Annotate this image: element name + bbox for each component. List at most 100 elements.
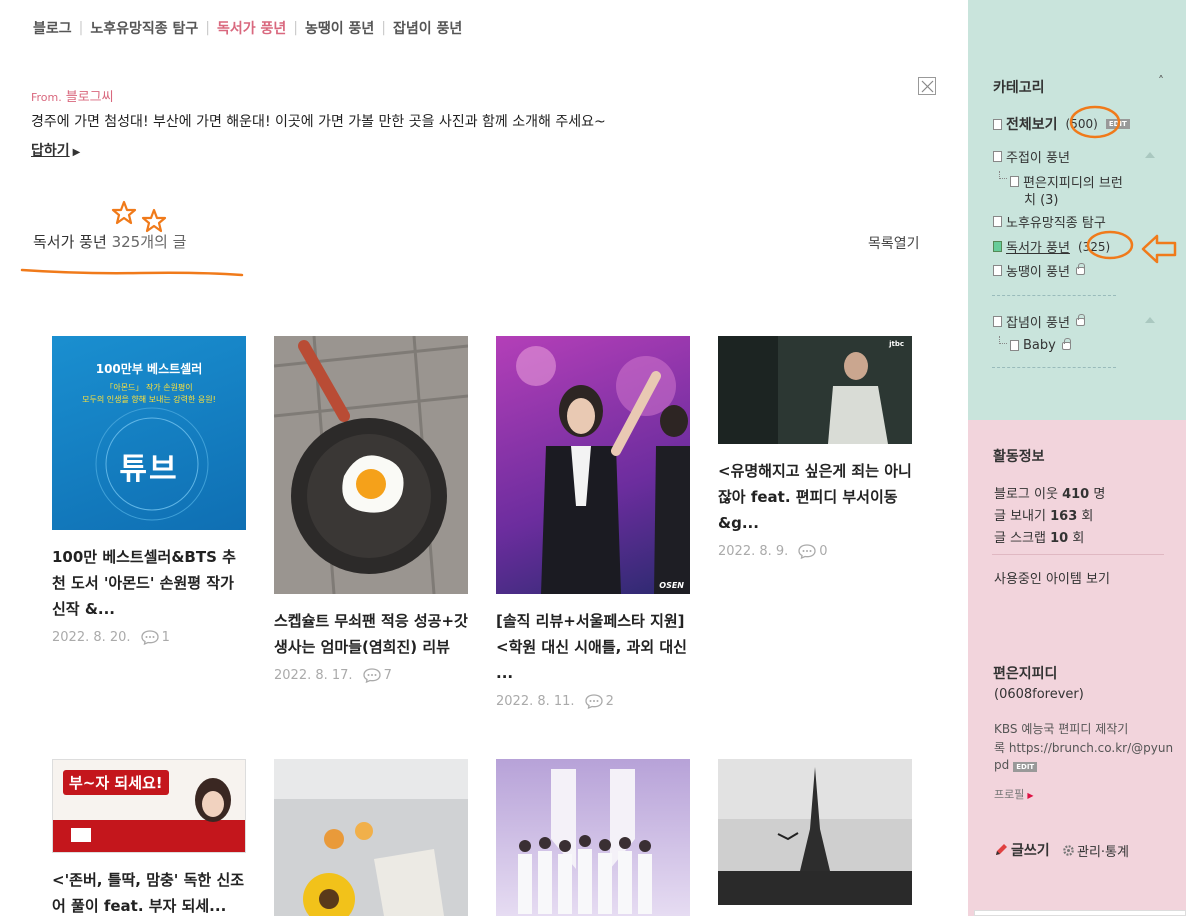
circle-annotation — [1069, 105, 1121, 139]
post-title[interactable]: <유명해지고 싶은게 죄는 아니잖아 feat. 편피디 부서이동&g... — [718, 458, 912, 536]
write-button[interactable]: 글쓰기 — [994, 840, 1050, 860]
profile-link[interactable]: 프로필 ▶ — [994, 786, 1034, 802]
post-date: 2022. 8. 11. — [496, 694, 575, 709]
post-title[interactable]: 100만 베스트셀러&BTS 추천 도서 '아몬드' 손원평 작가 신작 &..… — [52, 544, 246, 622]
message-from: From. 블로그씨 — [31, 86, 114, 105]
profile-name: 편은지피디 — [993, 666, 1058, 682]
underline-annotation — [20, 268, 244, 277]
comment-icon — [362, 668, 381, 683]
items-link[interactable]: 사용중인 아이템 보기 — [994, 568, 1110, 587]
activity-neighbors[interactable]: 블로그 이웃 410 명 — [994, 483, 1105, 502]
comment-number: 7 — [383, 668, 392, 683]
comment-icon — [798, 544, 816, 559]
nav-separator: | — [78, 20, 84, 36]
post-thumbnail[interactable]: 부~자 되세요! — [52, 759, 246, 853]
comment-icon — [140, 630, 159, 645]
post-thumbnail[interactable] — [274, 336, 468, 594]
activity-title: 활동정보 — [993, 449, 1045, 465]
post-card[interactable]: 부~자 되세요! <'존버, 틀딱, 맘충' 독한 신조어 풀이 feat. 부… — [52, 759, 246, 916]
activity-scraps[interactable]: 글 스크랩 10 회 — [994, 527, 1084, 546]
close-icon[interactable] — [918, 77, 936, 95]
activity-label: 글 스크랩 — [994, 531, 1046, 546]
category-item[interactable]: 농땡이 풍년 — [993, 261, 1085, 280]
post-card[interactable]: jtbc <유명해지고 싶은게 죄는 아니잖아 feat. 편피디 부서이동&g… — [718, 336, 912, 559]
message-text: 경주에 가면 첨성대! 부산에 가면 해운대! 이곳에 가면 가볼 만한 곳을 … — [31, 114, 606, 130]
profile-desc-2[interactable]: 록 https://brunch.co.kr/@pyun — [994, 739, 1173, 756]
collapse-icon[interactable]: ˄ — [1158, 74, 1164, 88]
comment-number: 2 — [605, 694, 614, 709]
pencil-icon — [996, 844, 1007, 855]
category-subitem-count: 치 (3) — [1024, 193, 1059, 208]
comment-count[interactable]: 2 — [584, 694, 614, 709]
post-card[interactable]: 100만부 베스트셀러 「아몬드」 작가 손원평이 모두의 인생을 향해 보내는… — [52, 336, 246, 645]
post-thumbnail[interactable]: 100만부 베스트셀러 「아몬드」 작가 손원평이 모두의 인생을 향해 보내는… — [52, 336, 246, 530]
nav-blog[interactable]: 블로그 — [33, 18, 72, 38]
nav-idle[interactable]: 농땡이 풍년 — [305, 18, 374, 38]
category-label: 농땡이 풍년 — [1006, 265, 1070, 280]
lock-icon — [1075, 262, 1085, 275]
from-name[interactable]: 블로그씨 — [66, 90, 114, 105]
comment-count[interactable]: 0 — [798, 544, 828, 559]
activity-sends[interactable]: 글 보내기 163 회 — [994, 505, 1093, 524]
comment-icon — [584, 694, 603, 709]
advert-banner: 부~자 되세요! — [63, 770, 169, 795]
post-thumbnail[interactable]: jtbc — [718, 336, 912, 444]
activity-unit: 회 — [1081, 509, 1094, 524]
doc-icon — [993, 151, 1002, 162]
post-title[interactable]: <'존버, 틀딱, 맘충' 독한 신조어 풀이 feat. 부자 되세... — [52, 867, 246, 916]
comment-count[interactable]: 7 — [362, 668, 392, 683]
manage-button[interactable]: 관리·통계 — [1062, 841, 1129, 860]
group-photo — [518, 769, 652, 914]
activity-label: 글 보내기 — [994, 509, 1046, 524]
profile-id: (0608forever) — [994, 687, 1084, 702]
nav-reading[interactable]: 독서가 풍년 — [217, 18, 286, 38]
post-meta: 2022. 8. 11. 2 — [496, 694, 690, 709]
tree-connector — [999, 336, 1007, 344]
doc-icon — [993, 316, 1002, 327]
edit-badge[interactable]: EDIT — [1013, 762, 1038, 772]
post-card[interactable] — [496, 759, 690, 916]
post-date: 2022. 8. 20. — [52, 630, 131, 645]
nav-career[interactable]: 노후유망직종 탐구 — [90, 18, 198, 38]
arrow-annotation-icon — [1141, 234, 1177, 264]
comment-count[interactable]: 1 — [140, 630, 170, 645]
category-subitem[interactable]: Baby — [1010, 337, 1071, 353]
post-thumbnail[interactable] — [274, 759, 468, 916]
list-open-button[interactable]: 목록열기 — [868, 233, 920, 253]
nav-separator: | — [205, 20, 210, 36]
play-icon: ▶ — [72, 147, 81, 158]
post-thumbnail[interactable] — [496, 759, 690, 916]
reply-link[interactable]: 답하기 ▶ — [31, 140, 80, 160]
doc-icon — [993, 241, 1002, 252]
nav-thoughts[interactable]: 잡념이 풍년 — [393, 18, 462, 38]
activity-number: 10 — [1050, 531, 1069, 546]
post-card[interactable]: OSEN [솔직 리뷰+서울페스타 지원] <학원 대신 시애틀, 과외 대신 … — [496, 336, 690, 709]
post-card[interactable] — [718, 759, 912, 905]
profile-desc-3: pd EDIT — [994, 758, 1038, 772]
category-item[interactable]: 주접이 풍년 — [993, 147, 1070, 166]
post-card[interactable] — [274, 759, 468, 916]
category-item[interactable]: 잡념이 풍년 — [993, 312, 1085, 331]
post-thumbnail[interactable]: OSEN — [496, 336, 690, 594]
collapse-arrow-icon[interactable] — [1145, 317, 1155, 323]
photo-credit: OSEN — [659, 581, 684, 590]
tree-connector — [999, 171, 1007, 179]
eiffel-tower-photo — [718, 759, 912, 905]
cover-sub1: 「아몬드」 작가 손원평이 — [105, 383, 193, 392]
cover-headline: 100만부 베스트셀러 — [95, 362, 203, 376]
concert-photo — [516, 346, 690, 594]
post-meta: 2022. 8. 17. 7 — [274, 668, 468, 683]
from-label: From. — [31, 91, 62, 104]
post-title[interactable]: 스켑슐트 무쇠팬 적응 성공+갓생사는 엄마들(염희진) 리뷰 — [274, 608, 468, 660]
sidebar-search-box[interactable] — [974, 910, 1186, 916]
cover-title: 튜브 — [119, 452, 179, 487]
blog-page: 블로그 | 노후유망직종 탐구 | 독서가 풍년 | 농땡이 풍년 | 잡념이 … — [0, 0, 1186, 916]
nav-separator: | — [381, 20, 386, 36]
activity-divider — [992, 554, 1164, 555]
category-label: 잡념이 풍년 — [1006, 316, 1070, 331]
lock-icon — [1061, 337, 1071, 350]
collapse-arrow-icon[interactable] — [1145, 152, 1155, 158]
post-title[interactable]: [솔직 리뷰+서울페스타 지원] <학원 대신 시애틀, 과외 대신 ... — [496, 608, 690, 686]
post-card[interactable]: 스켑슐트 무쇠팬 적응 성공+갓생사는 엄마들(염희진) 리뷰 2022. 8.… — [274, 336, 468, 683]
post-thumbnail[interactable] — [718, 759, 912, 905]
